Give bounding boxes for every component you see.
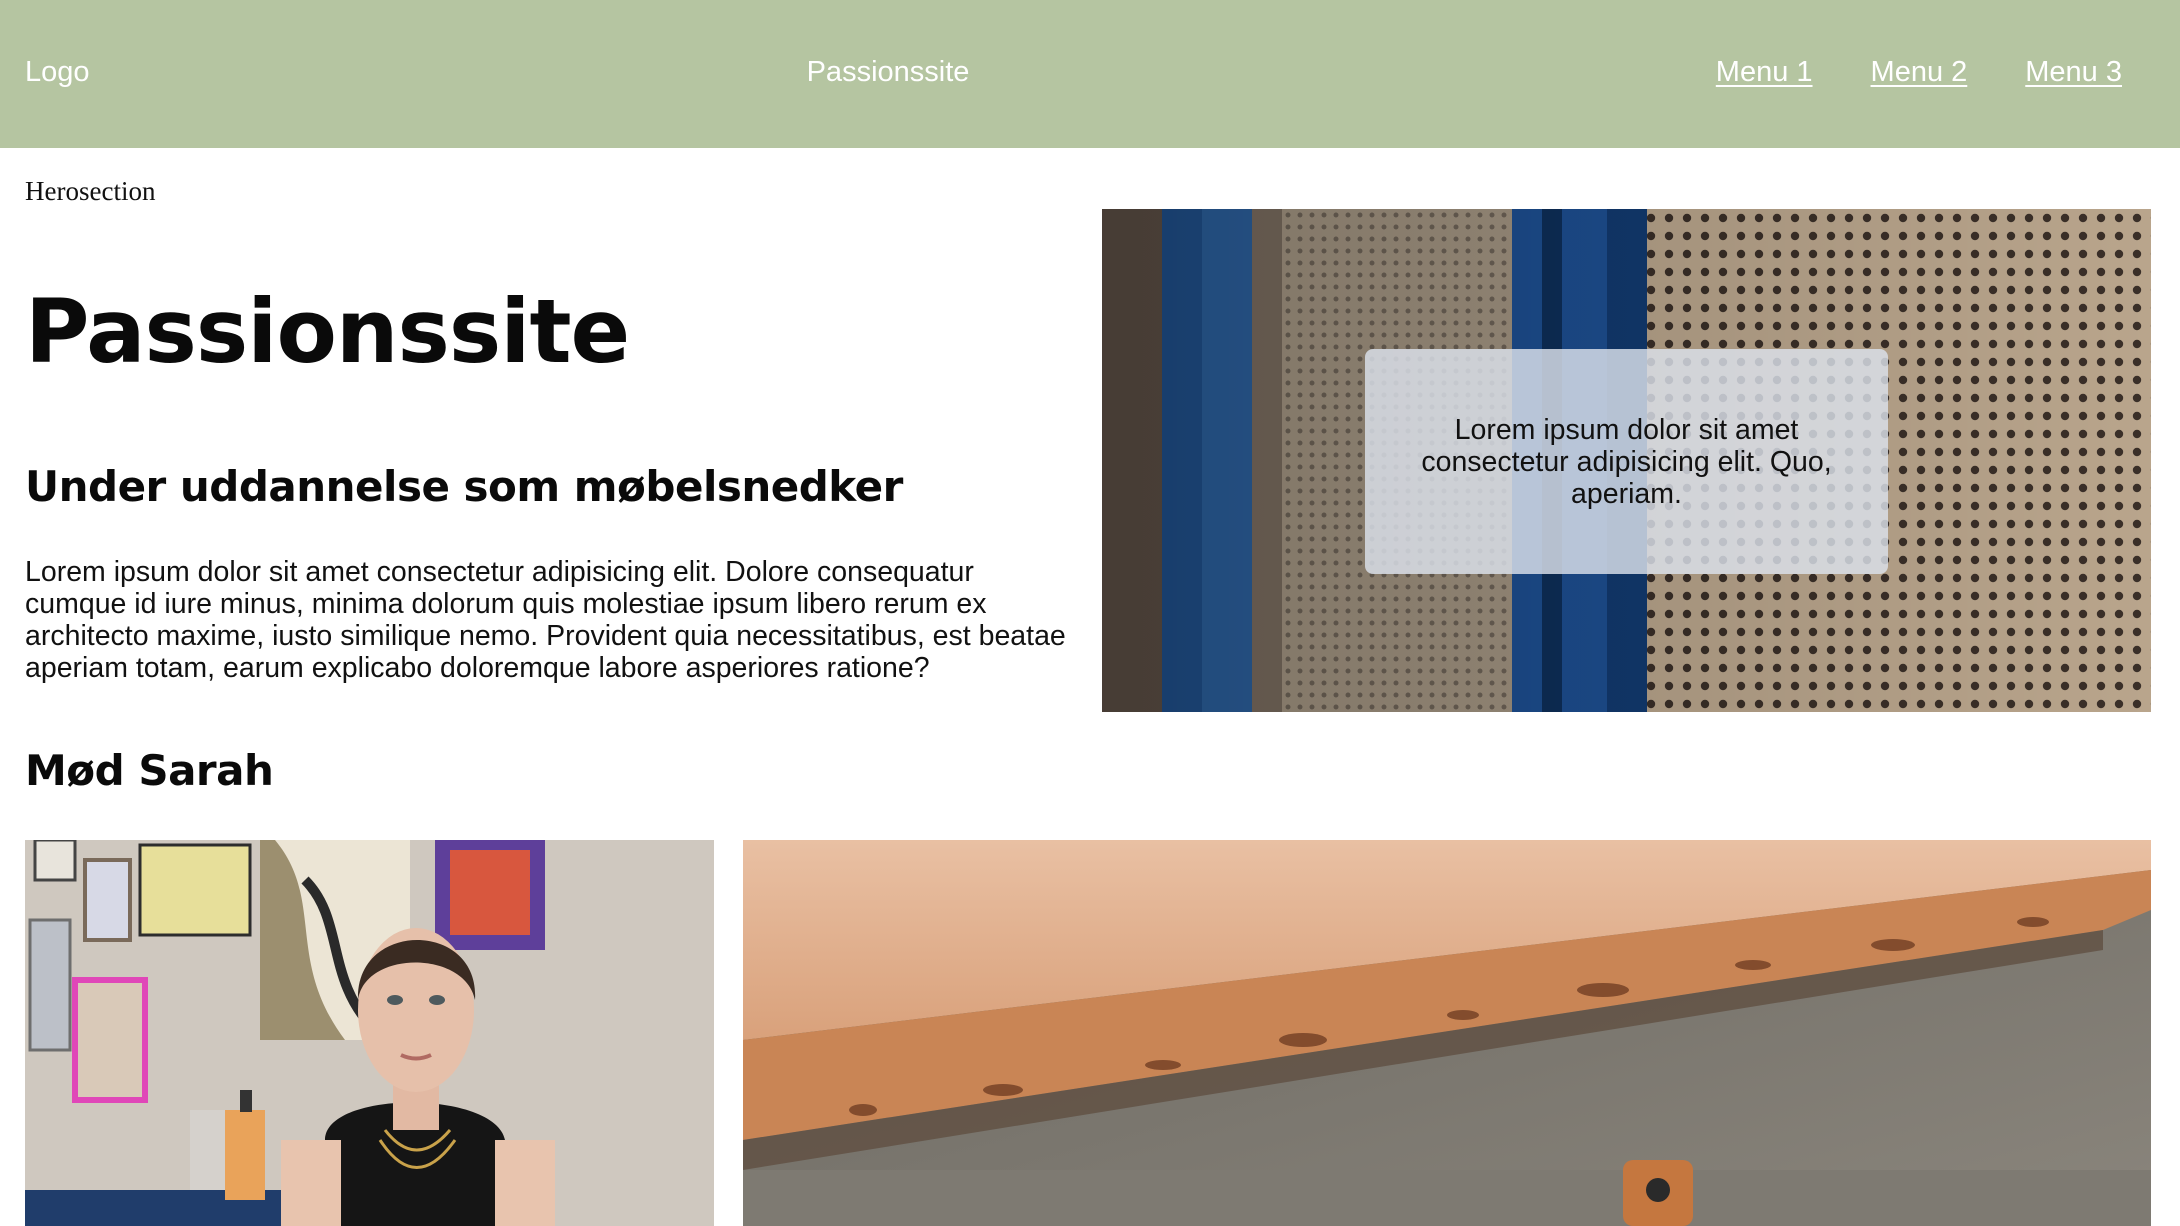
hero-subtitle: Under uddannelse som møbelsnedker <box>25 462 903 511</box>
nav-menu-2[interactable]: Menu 2 <box>1871 56 1968 89</box>
main-nav: Menu 1 Menu 2 Menu 3 <box>1716 56 2122 89</box>
hero-card-text: Lorem ipsum dolor sit amet consectetur a… <box>1421 413 1832 510</box>
portrait-image <box>25 840 714 1226</box>
woodwork-photo <box>743 840 2151 1226</box>
woodwork-image <box>743 840 2151 1226</box>
site-name: Passionssite <box>806 56 970 88</box>
nav-menu-3[interactable]: Menu 3 <box>2025 56 2122 89</box>
nav-menu-1[interactable]: Menu 1 <box>1716 56 1813 89</box>
hero-overlay-card: Lorem ipsum dolor sit amet consectetur a… <box>1365 349 1888 574</box>
site-header: Logo Passionssite Menu 1 Menu 2 Menu 3 <box>0 0 2180 148</box>
hero-label: Herosection <box>25 176 156 206</box>
hero-title: Passionssite <box>25 280 630 383</box>
hero-paragraph: Lorem ipsum dolor sit amet consectetur a… <box>25 556 1066 684</box>
meet-section-title: Mød Sarah <box>25 746 274 795</box>
portrait-photo <box>25 840 714 1226</box>
